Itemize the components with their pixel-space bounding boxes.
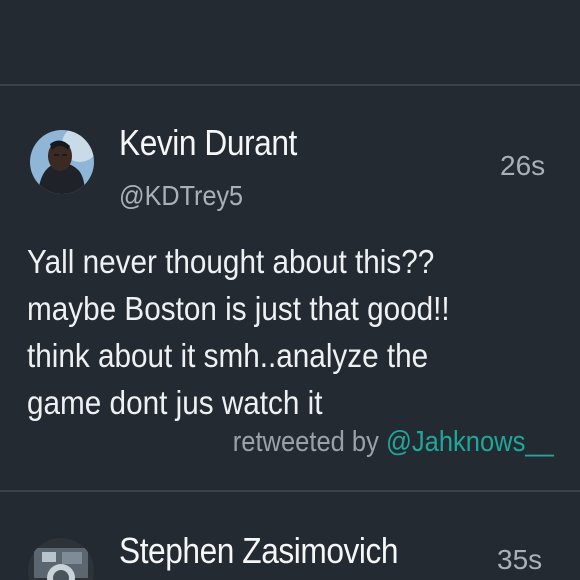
tweet-timestamp: 26s [500,150,546,181]
tweet-text-line: game dont jus watch it [27,384,323,421]
avatar[interactable] [30,130,94,194]
top-bar-area [0,0,580,85]
tweet-item[interactable]: Stephen Zasimovich 35s [0,492,580,580]
tweet-text-line: think about it smh..analyze the [27,337,429,374]
tweet-timestamp: 35s [497,544,543,575]
tweet-text-line: Yall never thought about this?? [27,243,435,280]
tweet-author-handle[interactable]: @KDTrey5 [119,180,243,212]
avatar[interactable] [28,538,94,580]
tweet-author-name[interactable]: Kevin Durant [119,122,297,164]
tweet-text: Yall never thought about this?? maybe Bo… [27,238,450,426]
tweet-text-line: maybe Boston is just that good!! [27,290,450,327]
retweeted-by-label: retweeted by [233,426,387,458]
tweet-item[interactable]: Kevin Durant @KDTrey5 26s Yall never tho… [0,86,580,490]
retweeted-by: retweeted by @Jahknows__ [233,426,554,459]
tweet-author-name[interactable]: Stephen Zasimovich [119,530,399,572]
retweeted-by-user-link[interactable]: @Jahknows__ [386,426,554,458]
